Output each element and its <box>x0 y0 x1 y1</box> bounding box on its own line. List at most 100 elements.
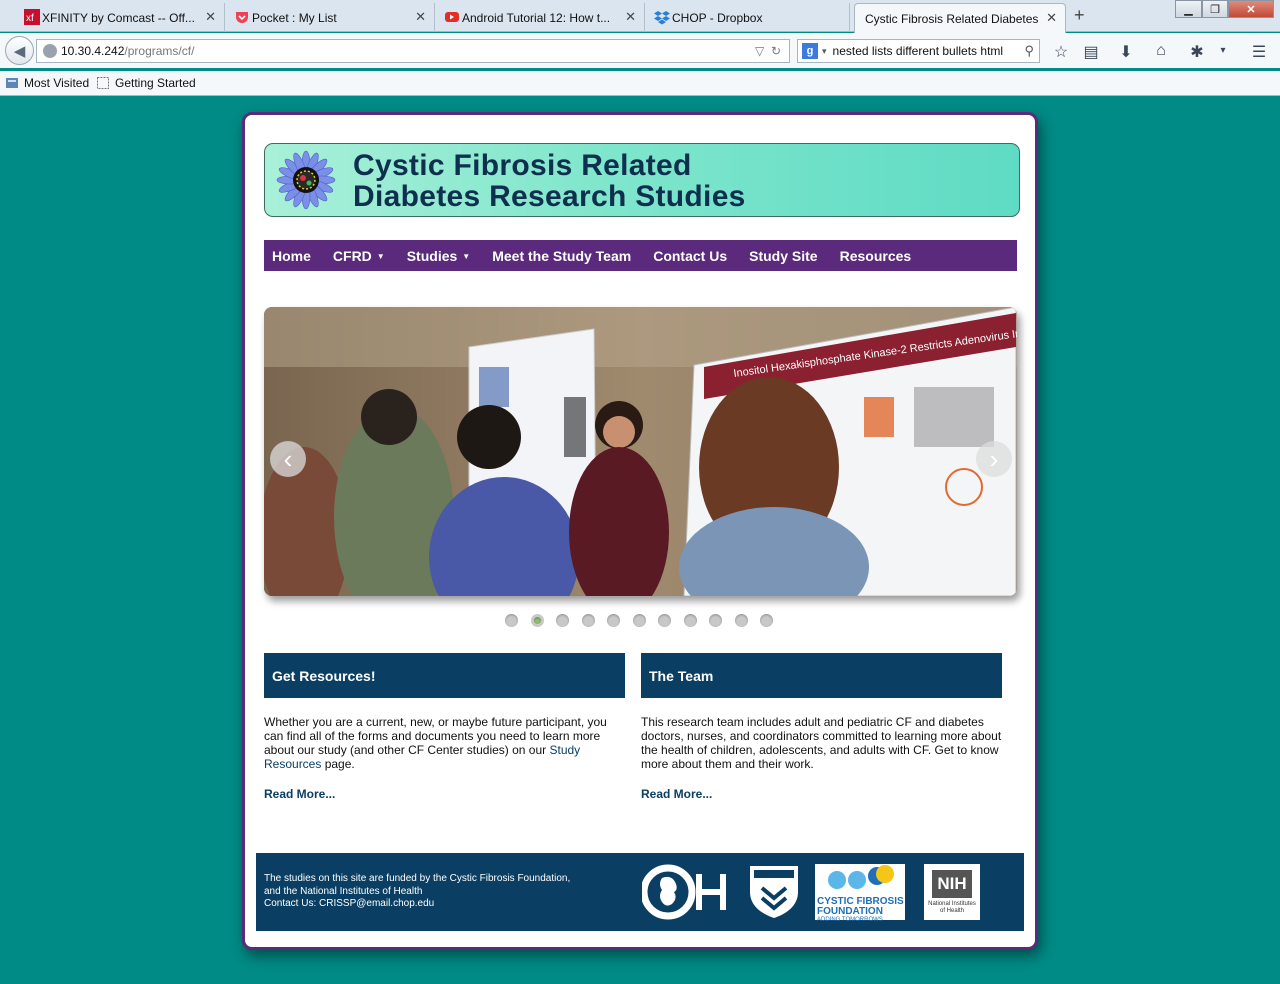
slider-dot[interactable] <box>530 614 544 627</box>
bookmarks-toolbar: Most Visited Getting Started <box>0 71 1280 96</box>
box-heading: The Team <box>641 653 1002 698</box>
slider-dot[interactable] <box>734 614 748 627</box>
menu-item-meet-the-study-team[interactable]: Meet the Study Team <box>484 248 639 264</box>
box-text-part: page. <box>321 757 355 771</box>
box-heading: Get Resources! <box>264 653 625 698</box>
menu-item-home[interactable]: Home <box>264 248 319 264</box>
slider-dot[interactable] <box>632 614 646 627</box>
search-value: nested lists different bullets html <box>832 44 1004 58</box>
slider-dot[interactable] <box>683 614 697 627</box>
google-icon[interactable]: g <box>802 43 818 59</box>
youtube-icon <box>445 12 459 22</box>
banner-title-line: Cystic Fibrosis Related <box>353 149 692 182</box>
maximize-icon[interactable]: ❐ <box>1202 0 1228 18</box>
tab-cystic-fibrosis[interactable]: Cystic Fibrosis Related Diabetes ✕ <box>854 3 1066 33</box>
menu-item-study-site[interactable]: Study Site <box>741 248 825 264</box>
menu-label: Resources <box>839 247 912 264</box>
box-text-part: This research team includes adult and pe… <box>641 715 1002 771</box>
menu-item-studies[interactable]: Studies ▼ <box>399 248 479 264</box>
reload-icon[interactable]: ▽ ↻ <box>755 44 781 58</box>
home-icon[interactable]: ⌂ <box>1151 42 1171 60</box>
site-banner[interactable]: Cystic Fibrosis Related Diabetes Researc… <box>264 143 1020 217</box>
cff-text: FOUNDATION <box>817 905 883 917</box>
close-icon[interactable]: ✕ <box>415 9 426 25</box>
close-icon[interactable]: ✕ <box>625 9 636 25</box>
cff-dots-icon <box>828 865 894 889</box>
bookmark-getting-started[interactable]: Getting Started <box>96 76 196 90</box>
slider-prev-arrow-icon[interactable]: ‹ <box>270 441 306 477</box>
cff-text: CYSTIC FIBROSIS <box>817 895 904 907</box>
url-bar[interactable]: 10.30.4.242/programs/cf/ ▽ ↻ <box>36 39 790 63</box>
footer-line: and the National Institutes of Health <box>264 885 423 897</box>
footer-text: The studies on this site are funded by t… <box>264 873 570 911</box>
tab-chop-dropbox[interactable]: CHOP - Dropbox <box>650 3 850 32</box>
banner-title: Cystic Fibrosis Related Diabetes Researc… <box>353 150 746 212</box>
bookmark-most-visited[interactable]: Most Visited <box>5 76 89 90</box>
chop-logo-icon[interactable] <box>642 864 734 920</box>
menu-label: Home <box>272 247 311 264</box>
flower-logo-icon <box>276 150 336 210</box>
image-slider[interactable]: Inositol Hexakisphosphate Kinase-2 Restr… <box>264 307 1017 596</box>
the-team-box: The Team This research team includes adu… <box>641 653 1002 801</box>
nih-text: National Institutes <box>928 901 976 907</box>
slider-dot[interactable] <box>760 614 773 627</box>
nih-logo[interactable]: NIH National Institutes of Health <box>924 864 980 920</box>
tab-xfinity[interactable]: xf XFINITY by Comcast -- Off... ✕ <box>20 3 225 32</box>
bookmarks-list-icon[interactable]: ▤ <box>1081 42 1101 62</box>
xfinity-icon: xf <box>24 9 40 25</box>
penn-shield-logo-icon[interactable] <box>748 864 800 920</box>
bookmark-label: Getting Started <box>115 76 196 90</box>
banner-title-line: Diabetes Research Studies <box>353 180 746 213</box>
page-container: Cystic Fibrosis Related Diabetes Researc… <box>242 112 1038 950</box>
close-icon[interactable]: ✕ <box>1046 10 1057 26</box>
close-icon[interactable]: ✕ <box>205 9 216 25</box>
slider-dot[interactable] <box>505 614 518 627</box>
tab-pocket[interactable]: Pocket : My List ✕ <box>230 3 435 32</box>
slider-next-arrow-icon[interactable]: › <box>976 441 1012 477</box>
caret-down-icon: ▼ <box>462 252 471 262</box>
dropbox-icon <box>654 11 670 25</box>
addon-icon[interactable]: ✱ <box>1187 42 1207 62</box>
tab-label: Android Tutorial 12: How t... <box>462 10 611 25</box>
cff-tagline: ADDING TOMORROWS <box>817 916 883 923</box>
footer-line: The studies on this site are funded by t… <box>264 873 571 884</box>
site-footer: The studies on this site are funded by t… <box>256 853 1024 931</box>
slider-dot[interactable] <box>658 614 671 627</box>
read-more-link[interactable]: Read More... <box>641 787 1002 801</box>
chevron-down-icon[interactable]: ▾ <box>822 46 827 57</box>
slider-dot[interactable] <box>709 614 722 627</box>
box-text: This research team includes adult and pe… <box>641 715 1002 771</box>
download-icon[interactable]: ⬇ <box>1116 42 1136 62</box>
menu-item-cfrd[interactable]: CFRD ▼ <box>325 248 393 264</box>
search-input[interactable]: g ▾ nested lists different bullets html … <box>797 39 1040 63</box>
tab-android-tutorial[interactable]: Android Tutorial 12: How t... ✕ <box>440 3 645 32</box>
menu-label: Meet the Study Team <box>492 247 632 264</box>
slider-dot[interactable] <box>556 614 569 627</box>
tab-label: Pocket : My List <box>252 10 337 25</box>
menu-item-contact-us[interactable]: Contact Us <box>645 248 735 264</box>
page-icon <box>97 77 109 89</box>
menu-label: Studies <box>406 247 458 264</box>
slider-dot[interactable] <box>581 614 595 627</box>
get-resources-box: Get Resources! Whether you are a current… <box>264 653 625 801</box>
chevron-down-icon[interactable]: ▾ <box>1213 45 1233 56</box>
url-host: 10.30.4.242 <box>61 44 125 58</box>
cff-logo[interactable]: CYSTIC FIBROSIS FOUNDATION ADDING TOMORR… <box>815 864 905 923</box>
new-tab-plus-icon[interactable]: + <box>1074 5 1085 26</box>
svg-text:xf: xf <box>26 13 34 24</box>
menu-item-resources[interactable]: Resources <box>832 248 920 264</box>
back-arrow-icon[interactable]: ◀ <box>5 36 34 65</box>
menu-hamburger-icon[interactable]: ☰ <box>1249 42 1269 62</box>
minimize-icon[interactable]: ▁ <box>1175 0 1202 18</box>
read-more-link[interactable]: Read More... <box>264 787 625 801</box>
window-close-icon[interactable]: ✕ <box>1228 0 1274 18</box>
url-path: /programs/cf/ <box>124 44 195 58</box>
pocket-icon <box>236 12 248 23</box>
search-icon[interactable]: ⚲ <box>1024 43 1034 59</box>
menu-label: CFRD <box>332 247 372 264</box>
nih-text: of Health <box>939 908 964 914</box>
tab-label: CHOP - Dropbox <box>672 10 763 25</box>
footer-contact: Contact Us: CRISSP@email.chop.edu <box>264 898 435 909</box>
bookmark-star-icon[interactable]: ☆ <box>1051 42 1071 62</box>
slider-dot[interactable] <box>607 614 620 627</box>
